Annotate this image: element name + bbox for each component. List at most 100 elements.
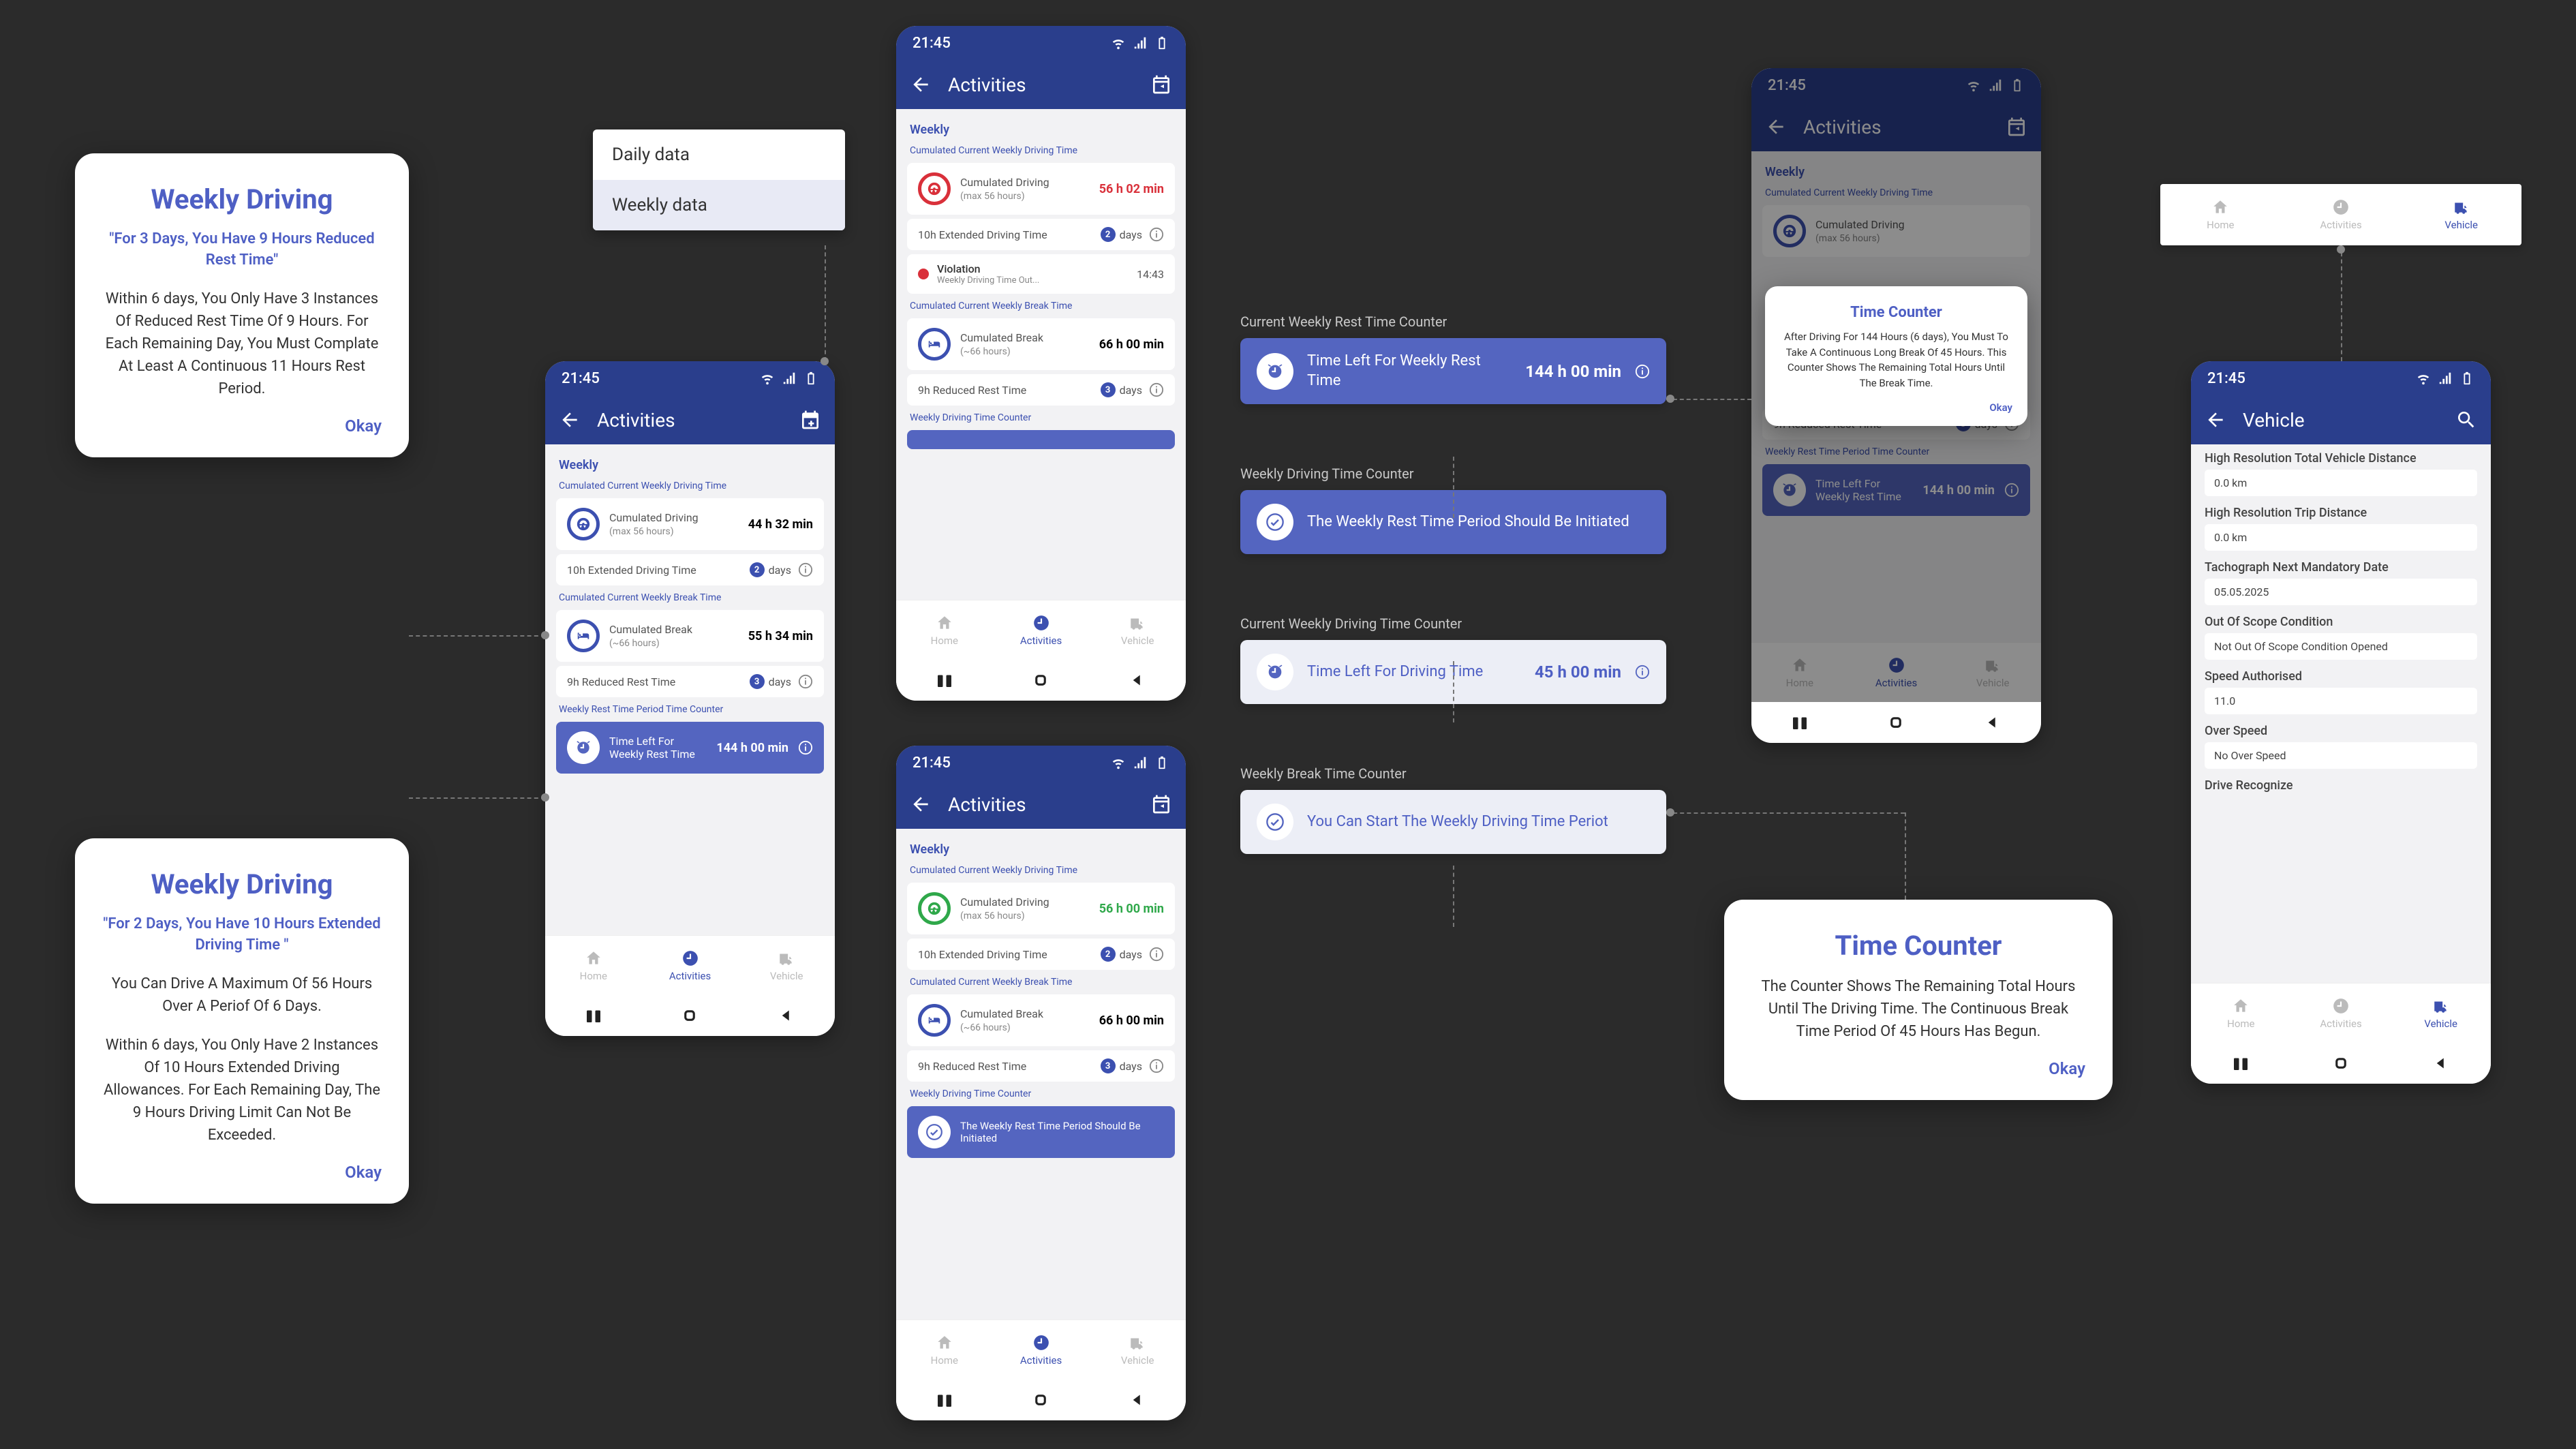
- tab-home[interactable]: Home: [2160, 184, 2281, 245]
- cumulated-break-card[interactable]: Cumulated Break(~66 hours) 66 h 00 min: [907, 318, 1175, 370]
- info-icon[interactable]: [1149, 227, 1164, 242]
- calendar-icon[interactable]: [1150, 793, 1172, 815]
- section-drive-counter: Weekly Driving Time Counter: [896, 1086, 1186, 1102]
- extended-driving-row[interactable]: 10h Extended Driving Time 2days: [907, 219, 1175, 250]
- violation-row[interactable]: ViolationWeekly Driving Time Out... 14:4…: [907, 254, 1175, 294]
- flow-arrow: [1453, 661, 1454, 722]
- nav-home[interactable]: Home: [2191, 983, 2291, 1043]
- back-icon[interactable]: [2205, 409, 2226, 431]
- info-icon[interactable]: [798, 674, 813, 689]
- info-icon[interactable]: [1149, 1058, 1164, 1073]
- nav-home[interactable]: Home: [545, 936, 642, 995]
- home-icon: [936, 614, 953, 632]
- reduced-rest-row[interactable]: 9h Reduced Rest Time 3days: [907, 374, 1175, 406]
- cumulated-driving-card[interactable]: Cumulated Driving(max 56 hours) 44 h 32 …: [556, 498, 824, 550]
- cumulated-driving-card[interactable]: Cumulated Driving(max 56 hours) 56 h 02 …: [907, 163, 1175, 215]
- break-time-counter-card[interactable]: You Can Start The Weekly Driving Time Pe…: [1240, 790, 1666, 854]
- phone-vehicle: 21:45 Vehicle High Resolution Total Vehi…: [2191, 361, 2491, 1084]
- nav-activities[interactable]: Activities: [2291, 983, 2391, 1043]
- dialog-title: Time Counter: [1751, 930, 2085, 962]
- okay-button[interactable]: Okay: [1751, 1059, 2085, 1078]
- okay-button[interactable]: Okay: [102, 416, 382, 436]
- cumulated-break-card[interactable]: Cumulated Break(~66 hours) 55 h 34 min: [556, 610, 824, 662]
- okay-button[interactable]: Okay: [1780, 401, 2012, 414]
- extended-driving-row[interactable]: 10h Extended Driving Time 2days: [556, 554, 824, 585]
- back-icon[interactable]: [910, 793, 932, 815]
- tab-activities[interactable]: Activities: [2281, 184, 2402, 245]
- nav-vehicle[interactable]: Vehicle: [738, 936, 835, 995]
- calendar-icon[interactable]: [2006, 116, 2027, 138]
- back-icon[interactable]: [1765, 116, 1787, 138]
- home-key[interactable]: [679, 1005, 700, 1026]
- home-icon: [1791, 656, 1809, 674]
- recent-key[interactable]: [1790, 712, 1810, 733]
- nav-label: Home: [931, 635, 958, 647]
- back-key[interactable]: [1127, 1390, 1148, 1410]
- nav-label: Home: [2227, 1018, 2254, 1030]
- flow-dot: [1666, 808, 1674, 817]
- back-icon[interactable]: [559, 409, 581, 431]
- calendar-icon[interactable]: [1150, 74, 1172, 95]
- violation-label: Violation: [937, 262, 1039, 275]
- extended-driving-row[interactable]: 10h Extended Driving Time 2days: [907, 939, 1175, 970]
- recent-key[interactable]: [934, 1390, 955, 1410]
- flow-arrow: [409, 797, 545, 799]
- cumulated-break-card[interactable]: Cumulated Break(~66 hours) 66 h 00 min: [907, 994, 1175, 1046]
- nav-home[interactable]: Home: [896, 600, 993, 660]
- info-icon[interactable]: [1635, 665, 1650, 680]
- home-key[interactable]: [1886, 712, 1906, 733]
- row-key: Over Speed: [2205, 724, 2477, 738]
- back-key[interactable]: [1127, 670, 1148, 690]
- reduced-rest-row[interactable]: 9h Reduced Rest Time 3days: [907, 1050, 1175, 1082]
- back-key[interactable]: [776, 1005, 797, 1026]
- row-value[interactable]: Not Out Of Scope Condition Opened: [2205, 633, 2477, 660]
- back-key[interactable]: [1982, 712, 2003, 733]
- okay-button[interactable]: Okay: [102, 1163, 382, 1182]
- recent-key[interactable]: [934, 670, 955, 690]
- home-key[interactable]: [2331, 1053, 2351, 1073]
- row-value[interactable]: No Over Speed: [2205, 742, 2477, 769]
- info-icon[interactable]: [1149, 382, 1164, 397]
- search-icon[interactable]: [2455, 409, 2477, 431]
- rest-time-counter-card[interactable]: Time Left For Weekly Rest Time 144 h 00 …: [1240, 338, 1666, 404]
- nav-vehicle[interactable]: Vehicle: [2391, 983, 2491, 1043]
- nav-vehicle[interactable]: Vehicle: [1089, 600, 1186, 660]
- calendar-plus-icon[interactable]: [799, 409, 821, 431]
- section-rest-counter: Weekly Rest Time Period Time Counter: [545, 701, 835, 718]
- info-icon[interactable]: [798, 740, 813, 755]
- row-value[interactable]: 0.0 km: [2205, 524, 2477, 551]
- nav-label: Activities: [2320, 219, 2361, 231]
- recent-key[interactable]: [583, 1005, 604, 1026]
- row-label: 10h Extended Driving Time: [918, 948, 1047, 961]
- home-key[interactable]: [1030, 670, 1051, 690]
- back-icon[interactable]: [910, 74, 932, 95]
- nav-activities[interactable]: Activities: [993, 600, 1090, 660]
- bed-icon: [927, 337, 942, 352]
- nav-home[interactable]: Home: [896, 1320, 993, 1379]
- cumulated-driving-card[interactable]: Cumulated Driving(max 56 hours) 56 h 00 …: [907, 883, 1175, 934]
- reduced-rest-row[interactable]: 9h Reduced Rest Time 3days: [556, 666, 824, 697]
- row-value[interactable]: 0.0 km: [2205, 470, 2477, 496]
- content: Weekly Cumulated Current Weekly Driving …: [545, 444, 835, 935]
- back-key[interactable]: [2431, 1053, 2451, 1073]
- nav-activities[interactable]: Activities: [642, 936, 739, 995]
- menu-item-weekly[interactable]: Weekly data: [593, 180, 845, 230]
- flow-arrow: [825, 245, 826, 361]
- flow-dot: [541, 793, 549, 802]
- tab-vehicle[interactable]: Vehicle: [2401, 184, 2521, 245]
- rest-initiated-card[interactable]: The Weekly Rest Time Period Should Be In…: [907, 1106, 1175, 1158]
- info-icon[interactable]: [798, 562, 813, 577]
- row-value[interactable]: 05.05.2025: [2205, 579, 2477, 605]
- info-icon[interactable]: [1149, 947, 1164, 962]
- time-left-rest-card[interactable]: Time Left For Weekly Rest Time 144 h 00 …: [556, 722, 824, 774]
- menu-item-daily[interactable]: Daily data: [593, 129, 845, 180]
- info-icon[interactable]: [1635, 364, 1650, 379]
- row-value[interactable]: 11.0: [2205, 688, 2477, 714]
- counter-card-partial[interactable]: [907, 430, 1175, 449]
- nav-vehicle[interactable]: Vehicle: [1089, 1320, 1186, 1379]
- recent-key[interactable]: [2230, 1053, 2251, 1073]
- nav-activities[interactable]: Activities: [993, 1320, 1090, 1379]
- card-sub: (max 56 hours): [1815, 233, 1945, 244]
- home-key[interactable]: [1030, 1390, 1051, 1410]
- softkeys: [896, 660, 1186, 701]
